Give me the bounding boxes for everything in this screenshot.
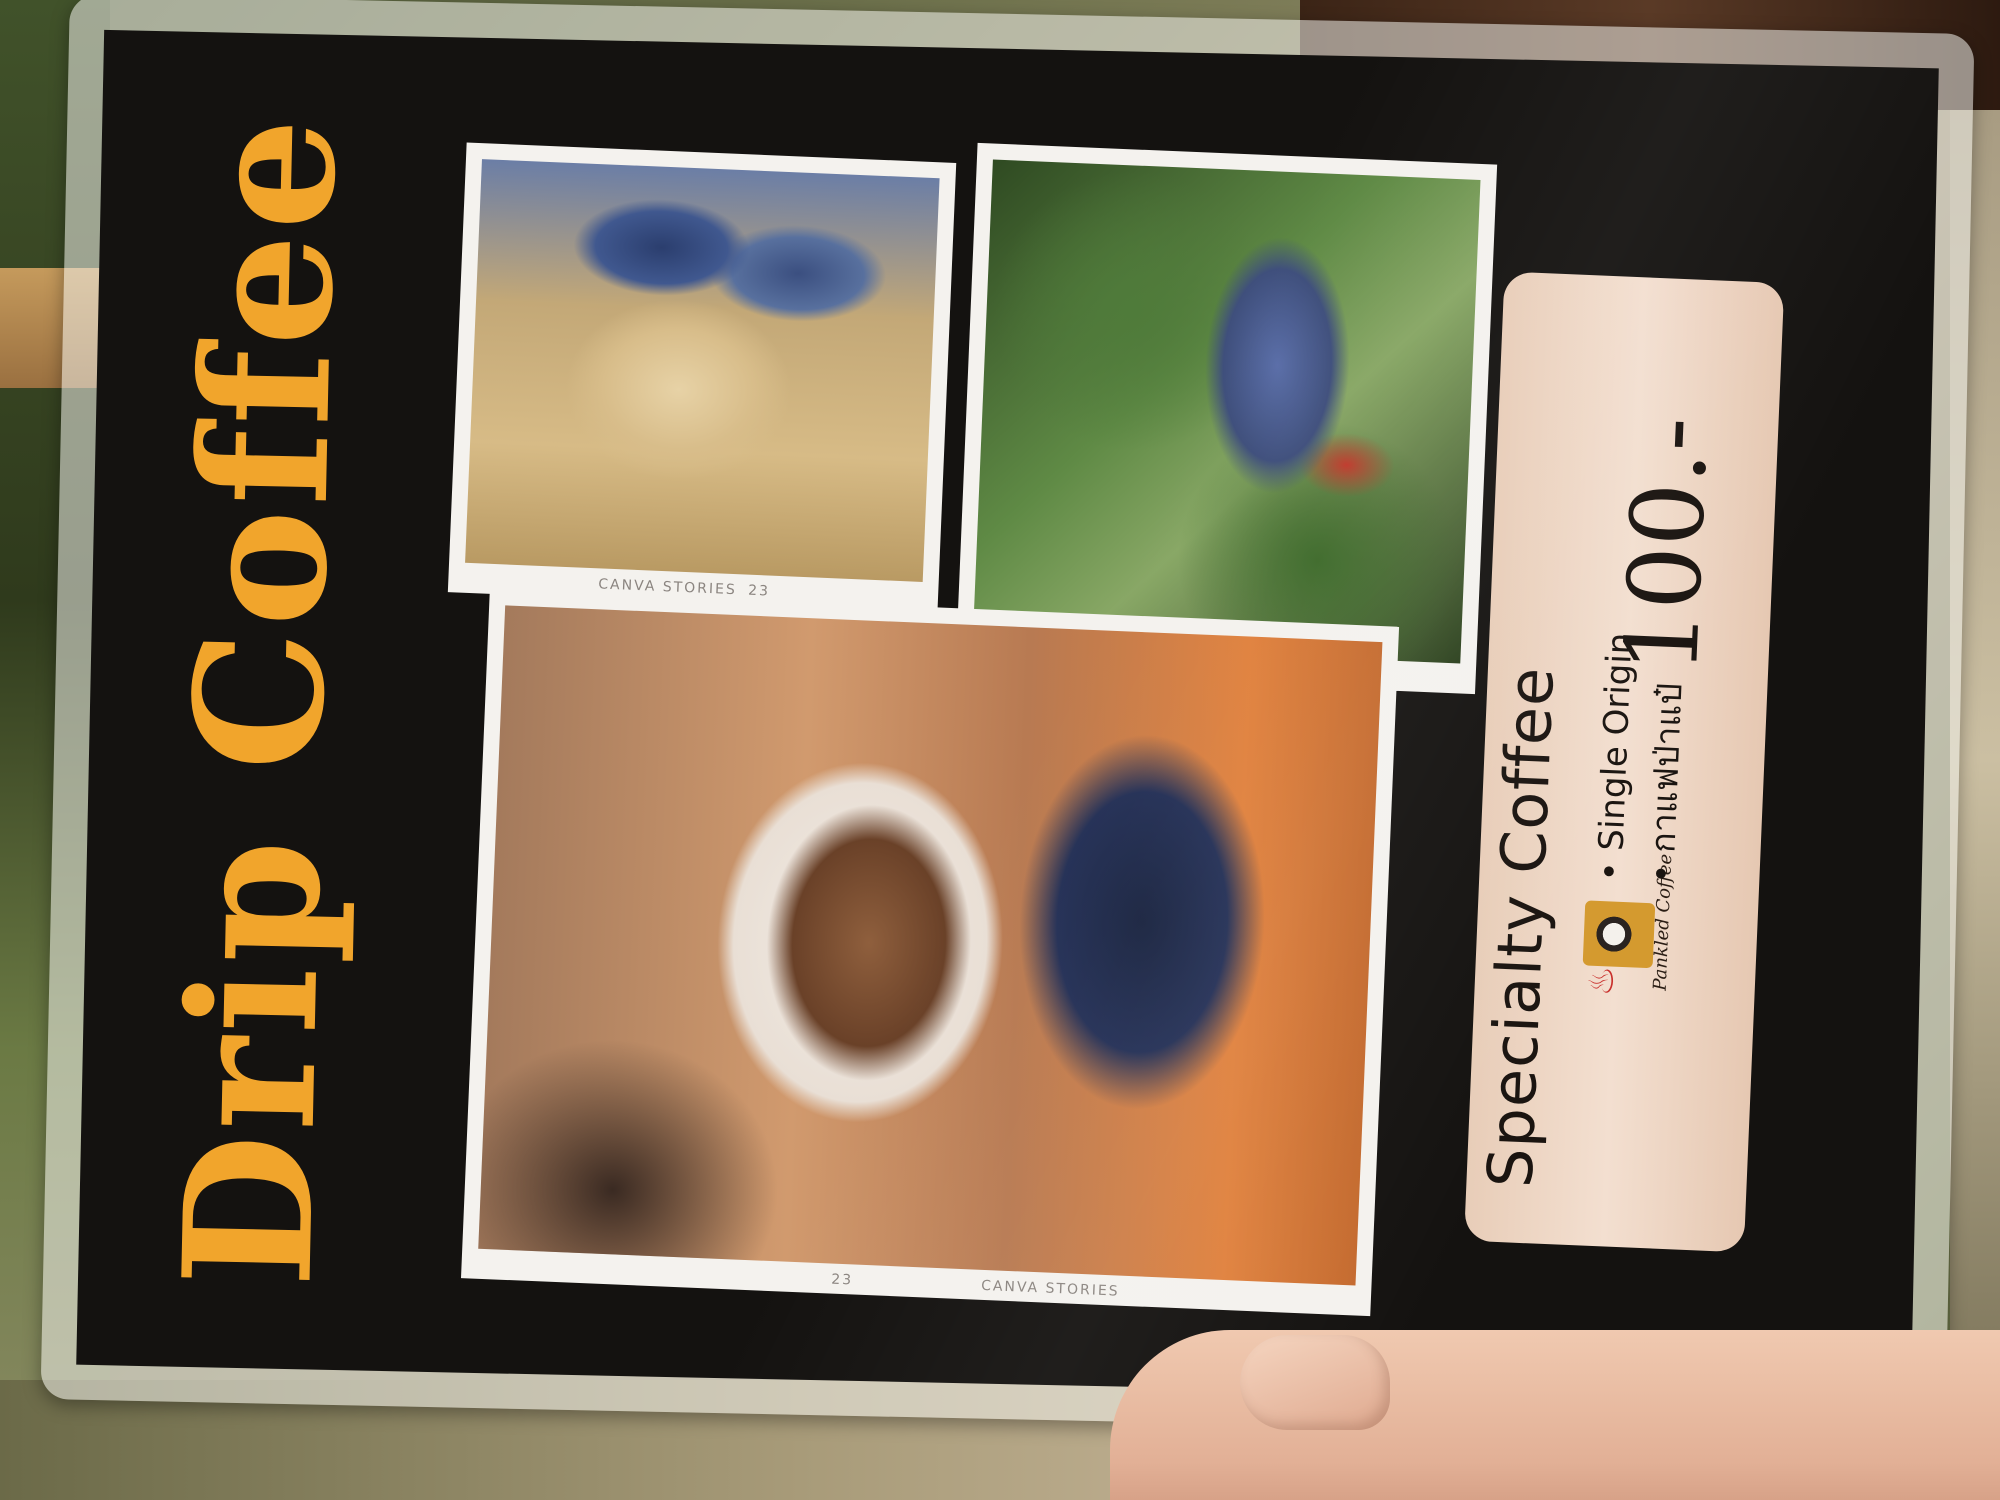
drip-brewing-image	[478, 605, 1383, 1286]
photo-coffee-beans-in-hands: CANVA STORIES 23	[447, 142, 957, 613]
price-label: 100.-	[1602, 414, 1731, 676]
coffee-farmer-image	[972, 159, 1481, 664]
price-card-content: Specialty Coffee ♨ Pankled Coffee • Sing…	[1470, 287, 1779, 1237]
laminated-menu: Drip Coffee CANVA STORIES 23 CANVA STORI…	[40, 0, 1975, 1439]
bird-icon	[1595, 910, 1637, 958]
frame-number: 23	[747, 582, 771, 600]
film-mark: CANVA STORIES	[980, 1277, 1120, 1300]
coffee-beans-image	[465, 159, 940, 582]
thumb	[1240, 1335, 1390, 1430]
brand-logo: ♨ Pankled Coffee	[1571, 853, 1686, 1000]
holding-hand	[1110, 1330, 2000, 1500]
photo-scene: Drip Coffee CANVA STORIES 23 CANVA STORI…	[0, 0, 2000, 1500]
title-area: Drip Coffee	[96, 30, 424, 1371]
menu-title: Drip Coffee	[144, 111, 376, 1290]
photo-drip-brewing: CANVA STORIES 23	[460, 588, 1400, 1317]
steam-icon: ♨	[1581, 964, 1623, 998]
price-card: Specialty Coffee ♨ Pankled Coffee • Sing…	[1463, 271, 1785, 1253]
frame-number: 23	[830, 1271, 854, 1289]
menu-card: Drip Coffee CANVA STORIES 23 CANVA STORI…	[76, 29, 1939, 1404]
specialty-heading: Specialty Coffee	[1473, 665, 1569, 1190]
